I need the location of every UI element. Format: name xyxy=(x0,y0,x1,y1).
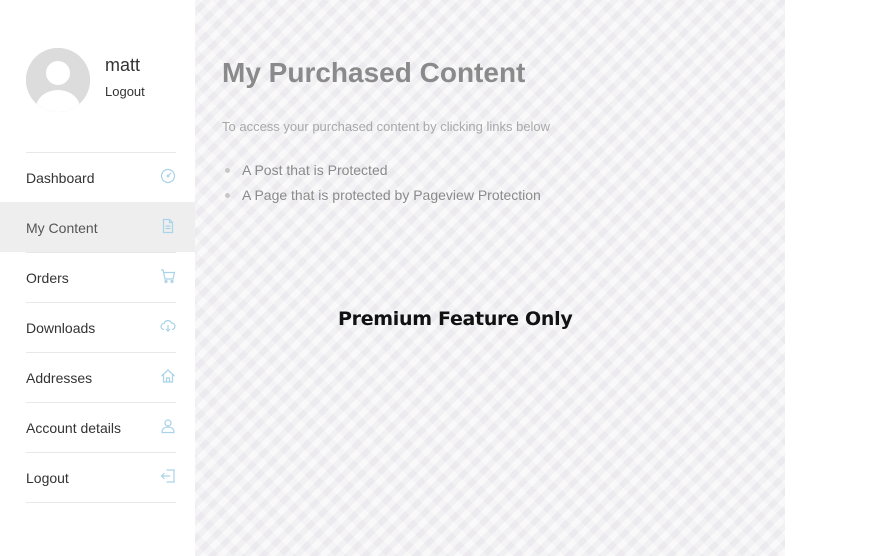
content-area: My Purchased Content To access your purc… xyxy=(195,0,785,556)
user-profile: matt Logout xyxy=(26,48,196,112)
avatar xyxy=(26,48,90,112)
account-sidebar: matt Logout Dashboard My Content Orders xyxy=(0,0,195,556)
page-title: My Purchased Content xyxy=(222,57,526,88)
nav-item-my-content[interactable]: My Content xyxy=(0,202,195,252)
content-link[interactable]: A Page that is protected by Pageview Pro… xyxy=(242,187,541,203)
cart-icon xyxy=(160,268,176,284)
nav-item-label: Dashboard xyxy=(26,170,95,186)
logout-icon xyxy=(160,468,176,484)
nav-item-label: My Content xyxy=(26,220,98,236)
account-navigation: Dashboard My Content Orders Downloads Ad… xyxy=(0,152,195,503)
nav-item-logout[interactable]: Logout xyxy=(26,452,176,503)
nav-item-label: Logout xyxy=(26,470,69,486)
file-icon xyxy=(160,218,176,234)
content-link[interactable]: A Post that is Protected xyxy=(242,162,388,178)
nav-item-downloads[interactable]: Downloads xyxy=(26,302,176,352)
nav-item-label: Addresses xyxy=(26,370,93,386)
list-item: A Page that is protected by Pageview Pro… xyxy=(222,187,541,212)
nav-item-orders[interactable]: Orders xyxy=(26,252,176,302)
username: matt xyxy=(105,55,141,75)
nav-item-label: Orders xyxy=(26,270,69,286)
intro-text: To access your purchased content by clic… xyxy=(222,119,551,134)
nav-item-account-details[interactable]: Account details xyxy=(26,402,176,452)
nav-item-label: Downloads xyxy=(26,320,96,336)
dashboard-icon xyxy=(160,168,176,184)
nav-item-dashboard[interactable]: Dashboard xyxy=(26,152,176,202)
profile-logout-link[interactable]: Logout xyxy=(105,84,145,99)
cloud-download-icon xyxy=(160,318,176,334)
user-icon xyxy=(160,418,176,434)
purchased-content-list: A Post that is Protected A Page that is … xyxy=(222,162,541,212)
list-item: A Post that is Protected xyxy=(222,162,541,187)
home-icon xyxy=(160,368,176,384)
nav-item-addresses[interactable]: Addresses xyxy=(26,352,176,402)
premium-overlay-label: Premium Feature Only xyxy=(338,308,573,330)
nav-item-label: Account details xyxy=(26,420,121,436)
